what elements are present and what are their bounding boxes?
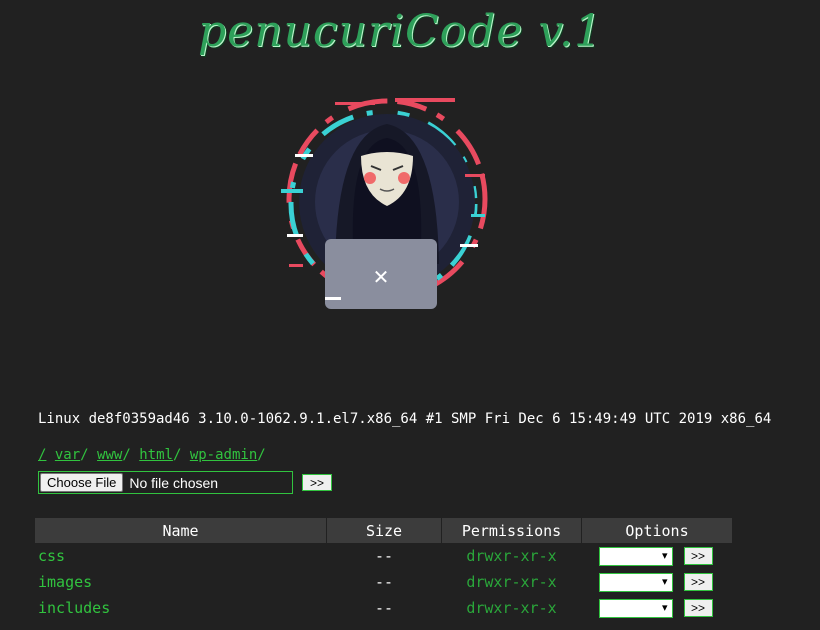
- size-cell: --: [374, 547, 394, 565]
- file-table: Name Size Permissions Options css -- drw…: [35, 518, 733, 621]
- choose-file-button[interactable]: Choose File: [40, 473, 124, 492]
- permissions-cell: drwxr-xr-x: [466, 573, 557, 591]
- folder-link[interactable]: images: [35, 573, 92, 591]
- path-separator: /: [122, 447, 131, 463]
- path-segment-var[interactable]: var: [55, 447, 80, 463]
- page-title: penucuriCode v.1: [198, 6, 603, 57]
- hacker-mask-logo-icon: ✕: [281, 98, 488, 309]
- breadcrumb: / var/ www/ html/ wp-admin/: [38, 446, 266, 464]
- path-separator: /: [80, 447, 89, 463]
- options-select[interactable]: ▾: [598, 546, 673, 566]
- options-go-button[interactable]: >>: [683, 547, 713, 565]
- column-header-permissions: Permissions: [441, 518, 582, 543]
- chevron-down-icon: ▾: [661, 548, 668, 562]
- system-info: Linux de8f0359ad46 3.10.0-1062.9.1.el7.x…: [38, 411, 772, 427]
- path-segment-www[interactable]: www: [97, 447, 122, 463]
- options-select[interactable]: ▾: [598, 598, 673, 618]
- path-segment-wp-admin[interactable]: wp-admin: [190, 447, 257, 463]
- svg-text:✕: ✕: [373, 265, 390, 289]
- permissions-cell: drwxr-xr-x: [466, 547, 557, 565]
- column-header-size: Size: [326, 518, 442, 543]
- table-row: images -- drwxr-xr-x ▾ >>: [35, 569, 733, 595]
- folder-link[interactable]: css: [35, 547, 65, 565]
- table-row: includes -- drwxr-xr-x ▾ >>: [35, 595, 733, 621]
- chevron-down-icon: ▾: [661, 600, 668, 614]
- path-separator: /: [172, 447, 182, 463]
- options-select[interactable]: ▾: [598, 572, 673, 592]
- path-separator: /: [257, 447, 266, 463]
- chevron-down-icon: ▾: [661, 574, 668, 588]
- table-header-row: Name Size Permissions Options: [35, 518, 733, 543]
- file-status-text: No file chosen: [129, 474, 219, 491]
- file-upload-field[interactable]: Choose File No file chosen: [38, 471, 293, 494]
- size-cell: --: [374, 573, 394, 591]
- options-go-button[interactable]: >>: [683, 599, 713, 617]
- table-row: css -- drwxr-xr-x ▾ >>: [35, 543, 733, 569]
- folder-link[interactable]: includes: [35, 599, 110, 617]
- permissions-cell: drwxr-xr-x: [466, 599, 557, 617]
- path-segment-html[interactable]: html: [139, 447, 173, 463]
- upload-submit-button[interactable]: >>: [302, 474, 332, 491]
- path-root-link[interactable]: /: [38, 447, 46, 463]
- column-header-options: Options: [581, 518, 733, 543]
- column-header-name: Name: [35, 518, 327, 543]
- size-cell: --: [374, 599, 394, 617]
- options-go-button[interactable]: >>: [683, 573, 713, 591]
